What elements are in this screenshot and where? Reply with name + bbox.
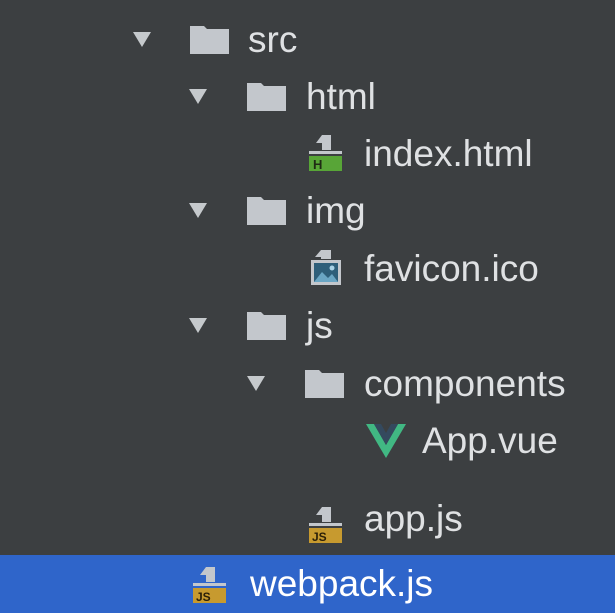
js-badge: JS — [312, 530, 327, 543]
js-badge: JS — [196, 590, 211, 603]
folder-icon — [247, 197, 286, 225]
tree-item-src[interactable]: src — [0, 11, 615, 69]
chevron-down-icon[interactable] — [247, 376, 265, 391]
tree-item-label: App.vue — [422, 420, 558, 461]
folder-icon — [305, 370, 344, 398]
tree-item-img[interactable]: img — [0, 182, 615, 240]
tree-item-app-js[interactable]: JS app.js — [0, 497, 615, 555]
chevron-down-icon[interactable] — [189, 89, 207, 104]
vue-file-icon — [366, 424, 406, 458]
js-file-icon: JS — [309, 505, 343, 544]
tree-item-favicon-ico[interactable]: favicon.ico — [0, 240, 615, 298]
js-file-icon: JS — [193, 565, 227, 604]
chevron-down-icon[interactable] — [133, 32, 151, 47]
chevron-down-icon[interactable] — [189, 318, 207, 333]
tree-item-label: favicon.ico — [364, 248, 539, 289]
tree-item-app-vue[interactable]: App.vue — [0, 412, 615, 470]
tree-item-html[interactable]: html — [0, 68, 615, 126]
image-file-icon — [309, 248, 343, 286]
tree-item-label: components — [364, 363, 566, 404]
folder-icon — [247, 312, 286, 340]
tree-item-label: index.html — [364, 133, 533, 174]
tree-item-label: webpack.js — [250, 563, 434, 604]
folder-icon — [190, 26, 229, 54]
html-file-icon: H — [309, 133, 343, 172]
chevron-down-icon[interactable] — [189, 203, 207, 218]
tree-item-components[interactable]: components — [0, 355, 615, 413]
tree-item-label: app.js — [364, 498, 463, 539]
tree-item-webpack-js[interactable]: JS webpack.js — [0, 555, 615, 613]
tree-item-label: src — [248, 19, 298, 60]
tree-item-label: js — [306, 305, 333, 346]
project-tree-panel: src html H index.html img favicon.ico js… — [0, 0, 615, 613]
folder-icon — [247, 83, 286, 111]
tree-item-js[interactable]: js — [0, 297, 615, 355]
tree-item-label: img — [306, 190, 366, 231]
tree-item-label: html — [306, 76, 376, 117]
html-badge: H — [313, 157, 322, 171]
tree-item-index-html[interactable]: H index.html — [0, 125, 615, 183]
